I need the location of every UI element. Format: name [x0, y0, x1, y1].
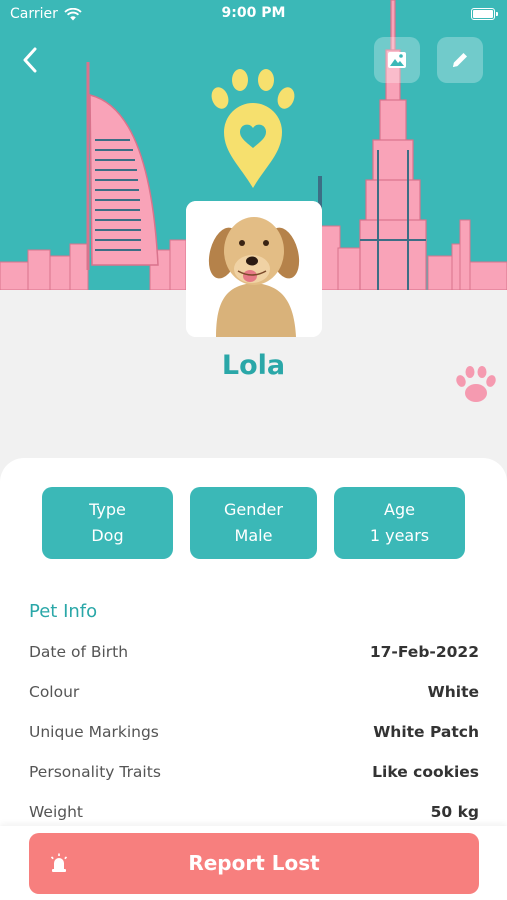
info-row-personality-traits: Personality Traits Like cookies [29, 763, 479, 781]
info-row-unique-markings: Unique Markings White Patch [29, 723, 479, 741]
golden-retriever-photo [186, 201, 322, 337]
report-lost-button[interactable]: Report Lost [29, 833, 479, 894]
gender-value: Male [234, 526, 273, 545]
info-label: Unique Markings [29, 723, 159, 741]
battery-icon [471, 8, 498, 20]
age-label: Age [384, 500, 415, 519]
gender-chip: Gender Male [190, 487, 317, 559]
type-label: Type [89, 500, 126, 519]
report-lost-label: Report Lost [188, 851, 320, 875]
info-label: Colour [29, 683, 80, 701]
status-time: 9:00 PM [221, 5, 286, 21]
chevron-left-icon [23, 47, 37, 73]
gender-label: Gender [224, 500, 283, 519]
status-bar: Carrier 9:00 PM [0, 0, 507, 28]
info-row-weight: Weight 50 kg [29, 803, 479, 821]
type-value: Dog [91, 526, 124, 545]
paw-icon [456, 366, 496, 402]
pet-info-title: Pet Info [29, 601, 98, 622]
type-chip: Type Dog [42, 487, 173, 559]
paw-location-pin-icon [211, 69, 295, 188]
info-row-colour: Colour White [29, 683, 479, 701]
info-label: Personality Traits [29, 763, 161, 781]
back-button[interactable] [14, 44, 46, 76]
info-row-date-of-birth: Date of Birth 17-Feb-2022 [29, 643, 479, 661]
age-value: 1 years [369, 526, 430, 545]
age-chip: Age 1 years [334, 487, 465, 559]
info-value: Like cookies [372, 763, 479, 781]
edit-button[interactable] [437, 37, 483, 83]
pencil-icon [453, 53, 467, 67]
image-icon [388, 52, 406, 68]
info-value: White Patch [373, 723, 479, 741]
info-label: Weight [29, 803, 84, 821]
info-value: White [427, 683, 479, 701]
info-value: 50 kg [430, 803, 479, 821]
pet-name: Lola [221, 350, 286, 381]
info-value: 17-Feb-2022 [369, 643, 479, 661]
info-label: Date of Birth [29, 643, 129, 661]
gallery-button[interactable] [374, 37, 420, 83]
pet-photo [186, 201, 322, 337]
